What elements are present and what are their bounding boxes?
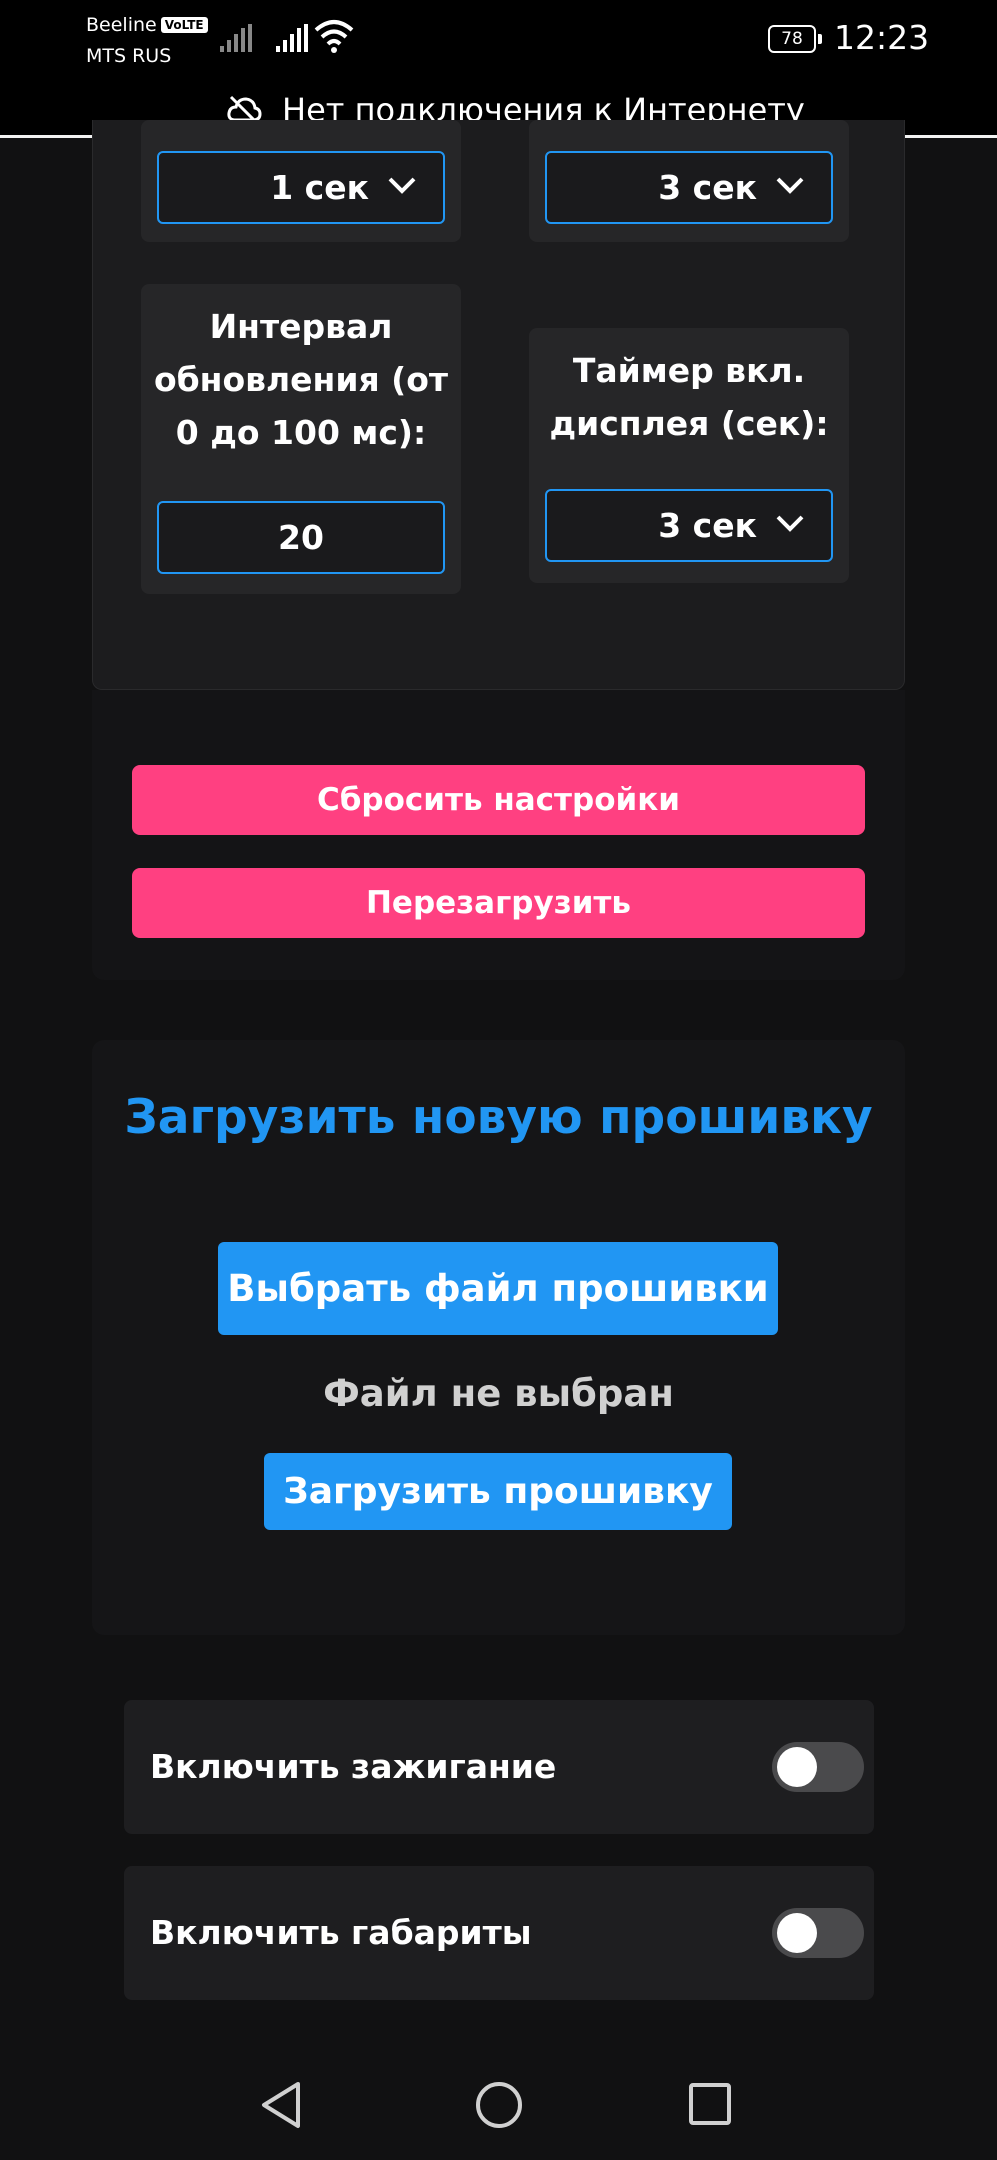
interval-label-3: 0 до 100 мс): (175, 413, 427, 452)
switch-knob (777, 1913, 817, 1953)
chevron-down-icon (388, 177, 416, 194)
chevron-down-icon (776, 177, 804, 194)
navigation-bar (0, 2040, 997, 2160)
switch-knob (777, 1747, 817, 1787)
file-status-text: Файл не выбран (323, 1372, 674, 1415)
toggle-row-ignition: Включить зажигание (124, 1700, 874, 1834)
clock: 12:23 (834, 18, 930, 57)
signal-icon-2 (276, 24, 308, 52)
select-top-right[interactable]: 3 сек (545, 151, 833, 224)
reboot-button[interactable]: Перезагрузить (132, 868, 865, 938)
status-bar: Beeline VoLTE MTS RUS 78 12:23 (0, 0, 997, 84)
interval-label-2: обновления (от (153, 360, 449, 399)
carrier-primary: Beeline VoLTE (86, 14, 208, 36)
ignition-switch[interactable] (772, 1742, 864, 1792)
field-interval: Интервал обновления (от 0 до 100 мс): 20 (141, 284, 461, 594)
signal-icon (220, 24, 252, 52)
select-value: 3 сек (658, 506, 757, 545)
display-timer-label-1: Таймер вкл. (572, 351, 806, 390)
wifi-icon (314, 20, 354, 53)
firmware-title: Загрузить новую прошивку (124, 1090, 873, 1145)
field-display-timer: Таймер вкл. дисплея (сек): 3 сек (529, 328, 849, 583)
choose-firmware-file-button[interactable]: Выбрать файл прошивки (218, 1242, 778, 1335)
display-timer-select[interactable]: 3 сек (545, 489, 833, 562)
carrier-primary-name: Beeline (86, 14, 157, 36)
back-icon[interactable] (258, 2080, 304, 2130)
volte-badge: VoLTE (160, 17, 208, 33)
upload-firmware-button[interactable]: Загрузить прошивку (264, 1453, 732, 1530)
reset-settings-button[interactable]: Сбросить настройки (132, 765, 865, 835)
settings-card: 1 сек 3 сек Интервал обновления (от 0 до… (92, 120, 905, 690)
recent-apps-icon[interactable] (688, 2082, 732, 2126)
field-top-left: 1 сек (141, 120, 461, 242)
lights-switch[interactable] (772, 1908, 864, 1958)
display-timer-label-2: дисплея (сек): (549, 404, 829, 443)
interval-input[interactable]: 20 (157, 501, 445, 574)
select-value: 1 сек (270, 168, 369, 207)
interval-label-1: Интервал (209, 307, 393, 346)
select-top-left[interactable]: 1 сек (157, 151, 445, 224)
toggle-row-lights: Включить габариты (124, 1866, 874, 2000)
select-value: 3 сек (658, 168, 757, 207)
toggle-label-ignition: Включить зажигание (150, 1747, 557, 1786)
field-top-right: 3 сек (529, 120, 849, 242)
chevron-down-icon (776, 515, 804, 532)
battery-icon: 78 (768, 25, 822, 53)
toggle-label-lights: Включить габариты (150, 1913, 532, 1952)
home-icon[interactable] (474, 2080, 524, 2130)
carrier-secondary: MTS RUS (86, 45, 172, 67)
